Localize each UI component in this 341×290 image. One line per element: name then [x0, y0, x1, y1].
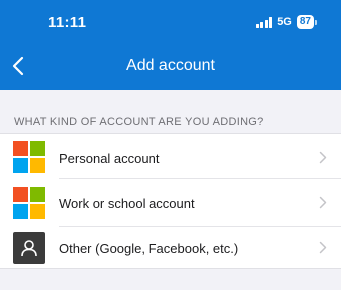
signal-icon	[255, 16, 273, 28]
status-time: 11:11	[48, 14, 87, 31]
other-account-option[interactable]: Other (Google, Facebook, etc.)	[0, 226, 341, 268]
account-type-list: Personal account Work or school account …	[0, 133, 341, 269]
network-type: 5G	[277, 16, 292, 28]
chevron-right-icon	[319, 196, 327, 209]
status-indicators: 5G 87	[255, 15, 317, 29]
microsoft-logo-icon	[13, 141, 45, 173]
account-option-label: Work or school account	[59, 196, 195, 211]
personal-account-option[interactable]: Personal account	[0, 134, 341, 178]
page-title: Add account	[126, 57, 215, 74]
battery-level: 87	[296, 15, 314, 29]
header-bar: 11:11 5G 87 Add account	[0, 0, 341, 90]
chevron-right-icon	[319, 151, 327, 164]
generic-account-icon	[13, 232, 45, 264]
account-option-label: Personal account	[59, 151, 160, 166]
section-header: WHAT KIND OF ACCOUNT ARE YOU ADDING?	[14, 116, 264, 128]
navigation-bar: Add account	[0, 48, 341, 86]
status-bar: 11:11 5G 87	[0, 0, 341, 48]
work-school-account-option[interactable]: Work or school account	[0, 178, 341, 226]
battery-icon: 87	[296, 15, 317, 29]
account-option-label: Other (Google, Facebook, etc.)	[59, 241, 239, 256]
chevron-right-icon	[319, 241, 327, 254]
microsoft-logo-icon	[13, 187, 45, 219]
